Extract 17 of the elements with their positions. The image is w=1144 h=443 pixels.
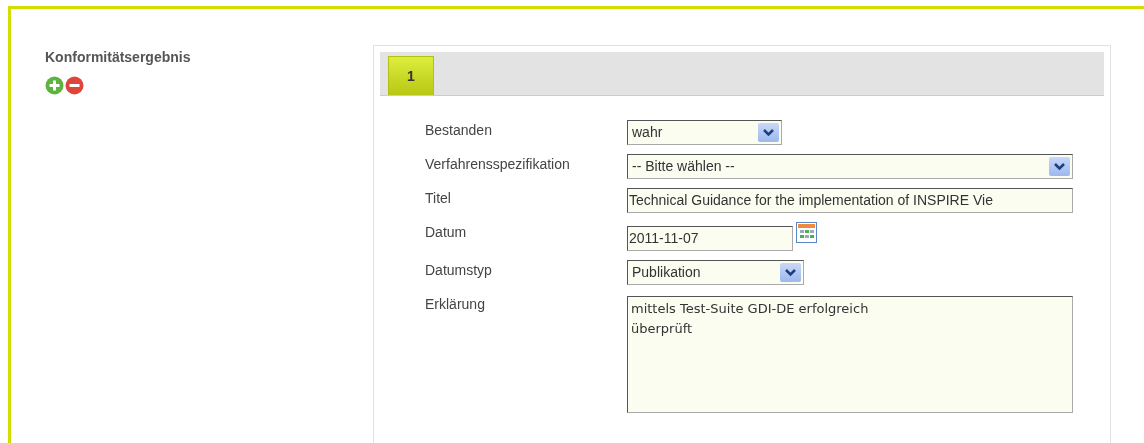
field-label: Verfahrensspezifikation [425,155,571,174]
field-label: Erklärung [425,295,486,314]
remove-icon[interactable] [65,76,84,95]
field-label: Titel [425,189,452,208]
field-label: Datumstyp [425,261,493,280]
calendar-icon[interactable] [796,222,817,243]
dropdown[interactable]: wahr [627,120,782,145]
text-area[interactable]: mittels Test-Suite GDI-DE erfolgreich überprüft [627,296,1073,413]
field-label: Datum [425,223,468,242]
date-field[interactable]: 2011-11-07 [627,226,793,251]
add-icon[interactable] [45,76,64,95]
field-label: Bestanden [425,121,493,140]
dropdown[interactable]: -- Bitte wählen -- [627,154,1073,179]
dropdown[interactable]: Publikation [627,260,804,285]
input-field[interactable]: Technical Guidance for the implementation of INSPIRE Vie [627,188,1073,213]
section-title: Konformitätsergebnis [45,48,192,67]
tab[interactable]: 1 [388,56,434,95]
